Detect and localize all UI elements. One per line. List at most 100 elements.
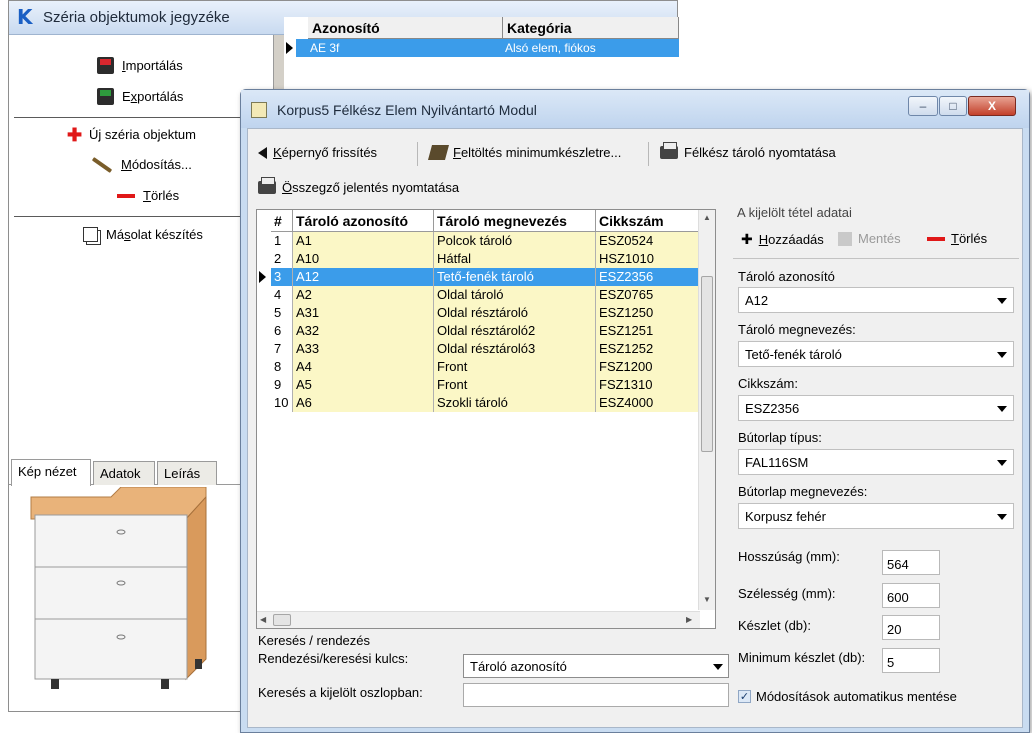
table-cell[interactable]: Polcok tároló [434, 232, 596, 250]
table-cell[interactable]: A33 [293, 340, 434, 358]
col-header-id[interactable]: Azonosító [308, 17, 503, 39]
table-cell[interactable]: ESZ2356 [596, 268, 703, 286]
table-cell[interactable]: Front [434, 376, 596, 394]
table-cell[interactable]: 1 [271, 232, 293, 250]
modify-button[interactable]: Módosítás... [91, 156, 192, 173]
table-row[interactable]: 1 A1 Polcok tároló ESZ0524 [257, 232, 703, 250]
table-cell[interactable]: Front [434, 358, 596, 376]
board-name-combo[interactable]: Korpusz fehér [738, 503, 1014, 529]
table-row[interactable]: 9 A5 Front FSZ1310 [257, 376, 703, 394]
scroll-left-icon[interactable]: ◀ [260, 615, 266, 624]
checkbox-checked-icon[interactable]: ✓ [738, 690, 751, 703]
minimize-button[interactable]: – [908, 96, 938, 116]
table-cell[interactable]: 7 [271, 340, 293, 358]
col-header-store-name[interactable]: Tároló megnevezés [434, 210, 596, 232]
item-number-combo[interactable]: ESZ2356 [738, 395, 1014, 421]
table-cell[interactable]: 4 [271, 286, 293, 304]
table-cell[interactable]: Oldal résztároló [434, 304, 596, 322]
table-cell[interactable]: A6 [293, 394, 434, 412]
refresh-screen-button[interactable]: Képernyő frissítés [258, 145, 377, 160]
table-cell[interactable]: A12 [293, 268, 434, 286]
vertical-scroll-thumb[interactable] [701, 276, 713, 452]
table-cell[interactable]: A1 [293, 232, 434, 250]
table-cell[interactable]: A10 [293, 250, 434, 268]
table-cell[interactable]: ESZ0765 [596, 286, 703, 304]
table-cell[interactable]: ESZ0524 [596, 232, 703, 250]
table-cell[interactable]: Hátfal [434, 250, 596, 268]
export-button[interactable]: Exportálás [97, 88, 183, 105]
table-cell[interactable]: A4 [293, 358, 434, 376]
table-cell[interactable]: A5 [293, 376, 434, 394]
table-cell[interactable]: FSZ1310 [596, 376, 703, 394]
tab-picture-view[interactable]: Kép nézet [11, 459, 91, 486]
sort-key-select[interactable]: Tároló azonosító [463, 654, 729, 678]
scroll-right-icon[interactable]: ▶ [686, 615, 692, 624]
table-row[interactable]: 5 A31 Oldal résztároló ESZ1250 [257, 304, 703, 322]
table-row[interactable]: 10 A6 Szokli tároló ESZ4000 [257, 394, 703, 412]
front-window-titlebar[interactable]: Korpus5 Félkész Elem Nyilvántartó Modul … [241, 90, 1029, 128]
series-grid[interactable]: Azonosító Kategória AE 3f Alsó elem, fió… [284, 17, 679, 97]
delete-button[interactable]: Törlés [117, 188, 179, 203]
fill-to-minimum-button[interactable]: Feltöltés minimumkészletre... [427, 145, 621, 160]
table-row[interactable]: 4 A2 Oldal tároló ESZ0765 [257, 286, 703, 304]
vertical-scrollbar[interactable]: ▲ ▼ [698, 210, 715, 610]
import-button[interactable]: Importálás [97, 57, 183, 74]
autosave-checkbox[interactable]: ✓ Módosítások automatikus mentése [738, 689, 957, 704]
store-name-combo[interactable]: Tető-fenék tároló [738, 341, 1014, 367]
print-store-button[interactable]: Félkész tároló nyomtatása [660, 142, 836, 160]
table-cell[interactable]: 10 [271, 394, 293, 412]
table-cell[interactable]: 6 [271, 322, 293, 340]
print-summary-button[interactable]: Összegző jelentés nyomtatása [258, 177, 459, 195]
table-row[interactable]: 7 A33 Oldal résztároló3 ESZ1252 [257, 340, 703, 358]
col-header-store-id[interactable]: Tároló azonosító [293, 210, 434, 232]
length-input[interactable]: 564 [882, 550, 940, 575]
table-row[interactable]: 2 A10 Hátfal HSZ1010 [257, 250, 703, 268]
horizontal-scrollbar[interactable]: ◀ ▶ [257, 611, 700, 628]
table-cell[interactable]: Szokli tároló [434, 394, 596, 412]
table-row[interactable]: 6 A32 Oldal résztároló2 ESZ1251 [257, 322, 703, 340]
col-header-item-number[interactable]: Cikkszám [596, 210, 703, 232]
scroll-down-icon[interactable]: ▼ [703, 595, 711, 604]
table-cell[interactable]: 3 [271, 268, 293, 286]
delete-item-button[interactable]: Törlés [927, 231, 987, 246]
width-input[interactable]: 600 [882, 583, 940, 608]
tab-data[interactable]: Adatok [93, 461, 155, 485]
table-cell[interactable]: ESZ1251 [596, 322, 703, 340]
maximize-button[interactable]: □ [939, 96, 967, 116]
table-cell[interactable]: Oldal résztároló2 [434, 322, 596, 340]
copy-button[interactable]: Másolat készítés [83, 227, 203, 242]
col-header-number[interactable]: # [271, 210, 293, 232]
table-cell[interactable]: 2 [271, 250, 293, 268]
col-header-category[interactable]: Kategória [503, 17, 679, 39]
table-cell[interactable]: 8 [271, 358, 293, 376]
series-row-selected[interactable]: AE 3f Alsó elem, fiókos [296, 39, 679, 57]
min-stock-input[interactable]: 5 [882, 648, 940, 673]
board-type-combo[interactable]: FAL116SM [738, 449, 1014, 475]
table-cell[interactable]: HSZ1010 [596, 250, 703, 268]
table-cell[interactable]: FSZ1200 [596, 358, 703, 376]
new-series-object-button[interactable]: ✚ Új széria objektum [67, 126, 196, 144]
table-cell[interactable]: Tető-fenék tároló [434, 268, 596, 286]
table-cell[interactable]: ESZ1250 [596, 304, 703, 322]
table-row-selected[interactable]: 3 A12 Tető-fenék tároló ESZ2356 [257, 268, 703, 286]
table-row[interactable]: 8 A4 Front FSZ1200 [257, 358, 703, 376]
search-column-input[interactable] [463, 683, 729, 707]
table-cell[interactable]: 9 [271, 376, 293, 394]
scroll-up-icon[interactable]: ▲ [703, 213, 711, 222]
table-cell[interactable]: Oldal tároló [434, 286, 596, 304]
table-cell[interactable]: Oldal résztároló3 [434, 340, 596, 358]
tab-description[interactable]: Leírás [157, 461, 217, 485]
save-button[interactable]: Mentés [838, 231, 901, 246]
stock-input[interactable]: 20 [882, 615, 940, 640]
table-cell[interactable]: A32 [293, 322, 434, 340]
table-cell[interactable]: 5 [271, 304, 293, 322]
horizontal-scroll-thumb[interactable] [273, 614, 291, 626]
table-cell[interactable]: ESZ1252 [596, 340, 703, 358]
store-grid[interactable]: # Tároló azonosító Tároló megnevezés Cik… [256, 209, 716, 629]
table-cell[interactable]: A2 [293, 286, 434, 304]
table-cell[interactable]: A31 [293, 304, 434, 322]
store-id-combo[interactable]: A12 [738, 287, 1014, 313]
add-button[interactable]: ✚ Hozzáadás [741, 231, 824, 248]
table-cell[interactable]: ESZ4000 [596, 394, 703, 412]
close-button[interactable]: X [968, 96, 1016, 116]
